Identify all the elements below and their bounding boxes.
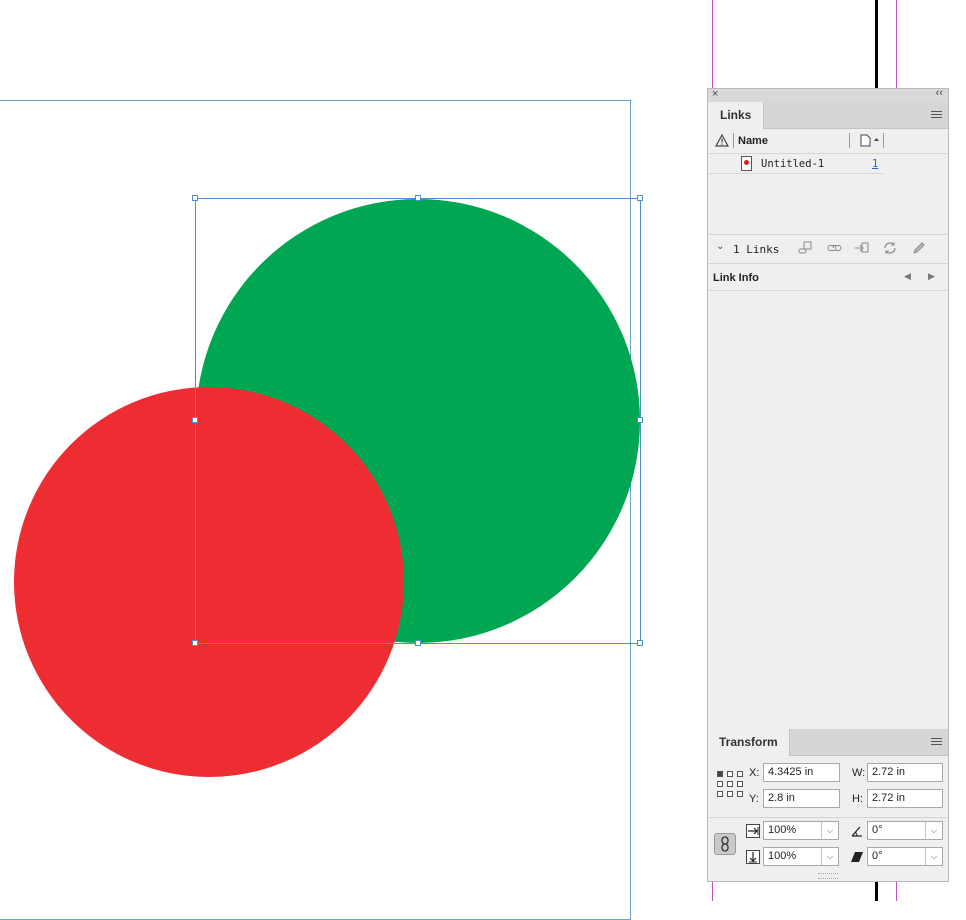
- reference-point-grid[interactable]: [717, 771, 743, 797]
- next-icon[interactable]: ▶: [928, 271, 935, 282]
- links-column-header: Name: [708, 129, 948, 154]
- previous-icon[interactable]: ◀: [904, 271, 911, 282]
- collapse-icon[interactable]: ‹‹: [936, 87, 943, 99]
- scale-y-dropdown[interactable]: 100% ⌵: [763, 847, 839, 866]
- transform-panel-menu-icon[interactable]: [931, 738, 942, 747]
- chevron-down-icon[interactable]: ⌄: [716, 241, 724, 252]
- reference-point-center[interactable]: [727, 781, 733, 787]
- chevron-down-icon[interactable]: ⌵: [925, 848, 942, 865]
- handle-top-right[interactable]: [637, 195, 643, 201]
- chevron-down-icon[interactable]: ⌵: [821, 848, 838, 865]
- handle-top-center[interactable]: [415, 195, 421, 201]
- reference-point-top-center[interactable]: [727, 771, 733, 777]
- links-panel-menu-icon[interactable]: [931, 111, 942, 120]
- handle-top-left[interactable]: [192, 195, 198, 201]
- handle-bottom-center[interactable]: [415, 640, 421, 646]
- h-label: H:: [852, 793, 863, 805]
- x-position-field[interactable]: 4.3425 in: [763, 763, 840, 782]
- chevron-down-icon[interactable]: ⌵: [925, 822, 942, 839]
- tab-transform[interactable]: Transform: [708, 729, 790, 756]
- handle-bottom-left[interactable]: [192, 640, 198, 646]
- relink-icon[interactable]: [826, 241, 842, 255]
- reference-point-bottom-center[interactable]: [727, 791, 733, 797]
- rotation-angle-icon: [851, 826, 862, 837]
- reference-point-bottom-left[interactable]: [717, 791, 723, 797]
- link-info-title[interactable]: Link Info: [713, 272, 759, 284]
- x-label: X:: [749, 767, 760, 779]
- width-field[interactable]: 2.72 in: [867, 763, 943, 782]
- document-thumbnail-icon: [741, 156, 752, 171]
- links-count: 1 Links: [733, 243, 780, 256]
- row-divider: [708, 173, 884, 174]
- scale-x-value: 100%: [768, 824, 797, 836]
- panel-resize-grip[interactable]: [818, 873, 838, 879]
- links-toolbar: ⌄ 1 Links: [708, 234, 948, 264]
- relink-cc-icon[interactable]: [797, 241, 813, 255]
- transform-separator: [708, 817, 948, 818]
- panel-dock: × ‹‹ Links Name Untitled-1 1 ⌄ 1 Links L…: [707, 87, 949, 882]
- edit-original-icon[interactable]: [911, 241, 927, 255]
- column-divider[interactable]: [849, 133, 850, 148]
- shear-value: 0°: [872, 850, 883, 862]
- column-divider[interactable]: [733, 133, 734, 148]
- tab-links[interactable]: Links: [708, 102, 765, 129]
- link-page-number[interactable]: 1: [872, 158, 878, 170]
- selection-bounding-box[interactable]: [195, 198, 641, 644]
- constrain-proportions-button[interactable]: [714, 833, 736, 855]
- transform-tabbar: Transform: [708, 729, 948, 756]
- reference-point-middle-right[interactable]: [737, 781, 743, 787]
- link-info-header: Link Info ◀ ▶: [708, 263, 948, 291]
- y-position-field[interactable]: 2.8 in: [763, 789, 840, 808]
- link-name: Untitled-1: [761, 158, 825, 170]
- warning-icon[interactable]: [715, 134, 729, 147]
- reference-point-middle-left[interactable]: [717, 781, 723, 787]
- scale-x-dropdown[interactable]: 100% ⌵: [763, 821, 839, 840]
- panel-titlebar[interactable]: × ‹‹: [708, 87, 948, 103]
- w-label: W:: [852, 767, 866, 779]
- shear-angle-icon: [851, 852, 863, 862]
- link-item[interactable]: Untitled-1 1: [708, 153, 948, 175]
- column-name-header[interactable]: Name: [738, 135, 768, 147]
- handle-middle-right[interactable]: [637, 417, 643, 423]
- reference-point-top-left[interactable]: [717, 771, 723, 777]
- shear-dropdown[interactable]: 0° ⌵: [867, 847, 943, 866]
- update-link-icon[interactable]: [882, 241, 898, 255]
- chain-link-icon: [721, 836, 729, 852]
- scale-y-icon: [746, 850, 760, 864]
- y-label: Y:: [749, 793, 759, 805]
- handle-middle-left[interactable]: [192, 417, 198, 423]
- rotation-dropdown[interactable]: 0° ⌵: [867, 821, 943, 840]
- reference-point-bottom-right[interactable]: [737, 791, 743, 797]
- close-icon[interactable]: ×: [712, 88, 718, 100]
- reference-point-top-right[interactable]: [737, 771, 743, 777]
- scale-x-icon: [746, 824, 760, 838]
- handle-bottom-right[interactable]: [637, 640, 643, 646]
- column-divider[interactable]: [883, 133, 884, 148]
- scale-y-value: 100%: [768, 850, 797, 862]
- rotation-value: 0°: [872, 824, 883, 836]
- go-to-link-icon[interactable]: [854, 241, 870, 255]
- chevron-down-icon[interactable]: ⌵: [821, 822, 838, 839]
- height-field[interactable]: 2.72 in: [867, 789, 943, 808]
- links-tabbar: Links: [708, 102, 948, 129]
- page-column-icon[interactable]: [860, 134, 882, 147]
